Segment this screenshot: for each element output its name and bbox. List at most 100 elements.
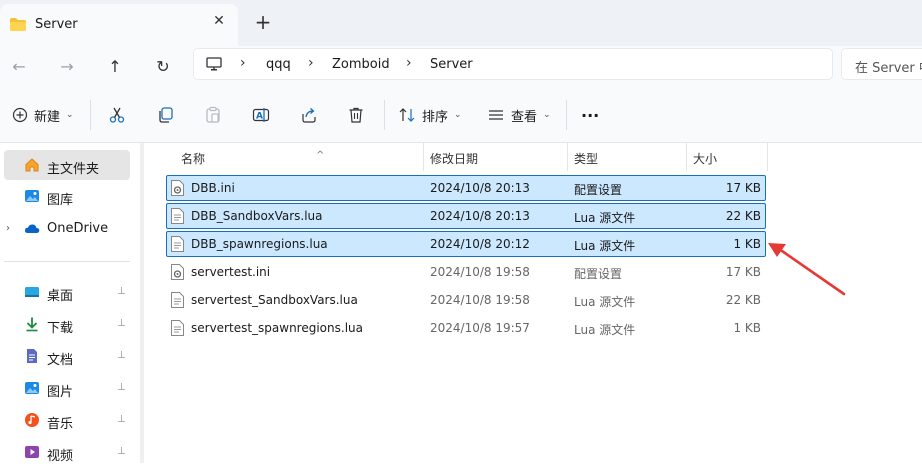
navigation-bar: ← → ↑ ↻ › qqq › Zomboid › Server 在 Serve… (0, 46, 922, 88)
view-button[interactable]: 查看 ⌄ (487, 103, 551, 127)
file-row[interactable]: DBB_SandboxVars.lua 2024/10/8 20:13 Lua … (166, 203, 766, 229)
rename-button[interactable]: A (252, 103, 270, 127)
column-header-type[interactable]: 类型 (568, 143, 686, 173)
breadcrumb-separator[interactable]: › (406, 55, 412, 71)
gallery-icon (25, 190, 39, 202)
videos-icon (25, 446, 39, 458)
sidebar-item-music[interactable]: 音乐 ⊥ (4, 405, 130, 435)
paste-button[interactable] (204, 103, 222, 127)
music-icon (25, 413, 39, 427)
pin-icon[interactable]: ⊥ (117, 286, 126, 297)
sidebar-item-label: 主文件夹 (47, 162, 100, 177)
pin-icon[interactable]: ⊥ (117, 382, 126, 393)
sidebar-item-desktop[interactable]: 桌面 ⊥ (4, 277, 130, 307)
onedrive-icon (24, 224, 40, 233)
sidebar-item-label: 音乐 (47, 417, 74, 432)
view-label: 查看 (511, 109, 538, 125)
column-header-name[interactable]: ^ 名称 (166, 143, 424, 173)
copy-icon (159, 107, 173, 123)
file-type: Lua 源文件 (574, 211, 636, 225)
documents-icon (27, 349, 37, 363)
back-button[interactable]: ← (8, 56, 30, 78)
pin-icon[interactable]: ⊥ (117, 350, 126, 361)
up-button[interactable]: ↑ (104, 56, 126, 78)
download-icon (26, 317, 38, 332)
sidebar-item-home[interactable]: 主文件夹 (4, 150, 130, 180)
chevron-down-icon: ⌄ (454, 110, 462, 120)
column-divider[interactable] (767, 143, 768, 171)
sidebar-scrollbar[interactable] (140, 143, 144, 463)
refresh-button[interactable]: ↻ (152, 56, 174, 78)
text-file-icon (171, 320, 184, 336)
sort-icon (399, 108, 415, 122)
red-arrow-annotation (768, 243, 846, 296)
column-date-label: 修改日期 (430, 152, 479, 166)
sidebar-item-onedrive[interactable]: OneDrive (4, 213, 130, 243)
column-type-label: 类型 (574, 152, 599, 166)
pin-icon[interactable]: ⊥ (117, 318, 126, 329)
divider (4, 261, 130, 262)
share-button[interactable] (300, 103, 318, 127)
file-name: DBB.ini (191, 181, 235, 195)
file-list: ^ 名称 修改日期 类型 大小 DBB.ini 2024/10/8 20:13 … (146, 143, 922, 463)
address-bar[interactable]: › qqq › Zomboid › Server (193, 48, 833, 80)
sidebar-item-label: 视频 (47, 449, 74, 464)
close-tab-icon[interactable]: ✕ (210, 12, 228, 30)
new-label: 新建 (34, 109, 61, 125)
file-size: 17 KB (725, 181, 761, 195)
sidebar-item-label: 下载 (47, 321, 74, 336)
breadcrumb-separator[interactable]: › (240, 55, 246, 71)
sidebar-item-pictures[interactable]: 图片 ⊥ (4, 373, 130, 403)
file-size: 17 KB (725, 265, 761, 279)
file-name: servertest_SandboxVars.lua (191, 293, 358, 307)
file-size: 1 KB (733, 237, 761, 251)
column-header-date[interactable]: 修改日期 (424, 143, 567, 173)
more-options-button[interactable]: ··· (581, 103, 599, 127)
sort-button[interactable]: 排序 ⌄ (398, 103, 462, 127)
folder-icon (10, 18, 26, 31)
divider (566, 100, 567, 130)
file-date: 2024/10/8 19:58 (430, 265, 530, 279)
this-pc-icon (206, 57, 222, 71)
tab-server[interactable]: Server ✕ (0, 4, 238, 46)
file-row[interactable]: servertest_spawnregions.lua 2024/10/8 19… (166, 315, 766, 341)
file-row[interactable]: servertest_SandboxVars.lua 2024/10/8 19:… (166, 287, 766, 313)
new-button[interactable]: 新建 ⌄ (12, 103, 74, 127)
paste-icon (206, 106, 220, 123)
sidebar-item-label: 图片 (47, 385, 74, 400)
cut-button[interactable] (108, 103, 126, 127)
new-tab-button[interactable]: + (253, 12, 273, 32)
column-header-size[interactable]: 大小 (687, 143, 767, 173)
pin-icon[interactable]: ⊥ (117, 446, 126, 457)
pin-icon[interactable]: ⊥ (117, 414, 126, 425)
text-file-icon (171, 292, 184, 308)
copy-button[interactable] (157, 103, 175, 127)
breadcrumb-zomboid[interactable]: Zomboid (332, 57, 390, 72)
sidebar-item-gallery[interactable]: 图库 (4, 181, 130, 211)
text-file-icon (171, 208, 184, 224)
sidebar-item-label: OneDrive (47, 221, 109, 236)
file-name: servertest.ini (191, 265, 271, 279)
svg-text:A: A (256, 112, 263, 122)
file-row[interactable]: servertest.ini 2024/10/8 19:58 配置设置 17 K… (166, 259, 766, 285)
text-file-icon (171, 236, 184, 252)
share-icon (302, 108, 316, 123)
file-name: servertest_spawnregions.lua (191, 321, 363, 335)
sidebar-item-downloads[interactable]: 下载 ⊥ (4, 309, 130, 339)
forward-button[interactable]: → (56, 56, 78, 78)
search-input[interactable]: 在 Server 中 (841, 48, 922, 80)
breadcrumb-separator[interactable]: › (308, 55, 314, 71)
file-row[interactable]: DBB.ini 2024/10/8 20:13 配置设置 17 KB (166, 175, 766, 201)
sidebar-item-documents[interactable]: 文档 ⊥ (4, 341, 130, 371)
breadcrumb-server[interactable]: Server (430, 57, 473, 72)
file-date: 2024/10/8 20:13 (430, 209, 530, 223)
sidebar-item-label: 桌面 (47, 289, 74, 304)
file-size: 22 KB (725, 209, 761, 223)
file-size: 1 KB (733, 321, 761, 335)
delete-button[interactable] (347, 103, 365, 127)
file-date: 2024/10/8 20:12 (430, 237, 530, 251)
sidebar-item-label: 文档 (47, 353, 74, 368)
file-row[interactable]: DBB_spawnregions.lua 2024/10/8 20:12 Lua… (166, 231, 766, 257)
breadcrumb-qqq[interactable]: qqq (266, 57, 291, 72)
title-bar: Server ✕ + (0, 0, 922, 46)
